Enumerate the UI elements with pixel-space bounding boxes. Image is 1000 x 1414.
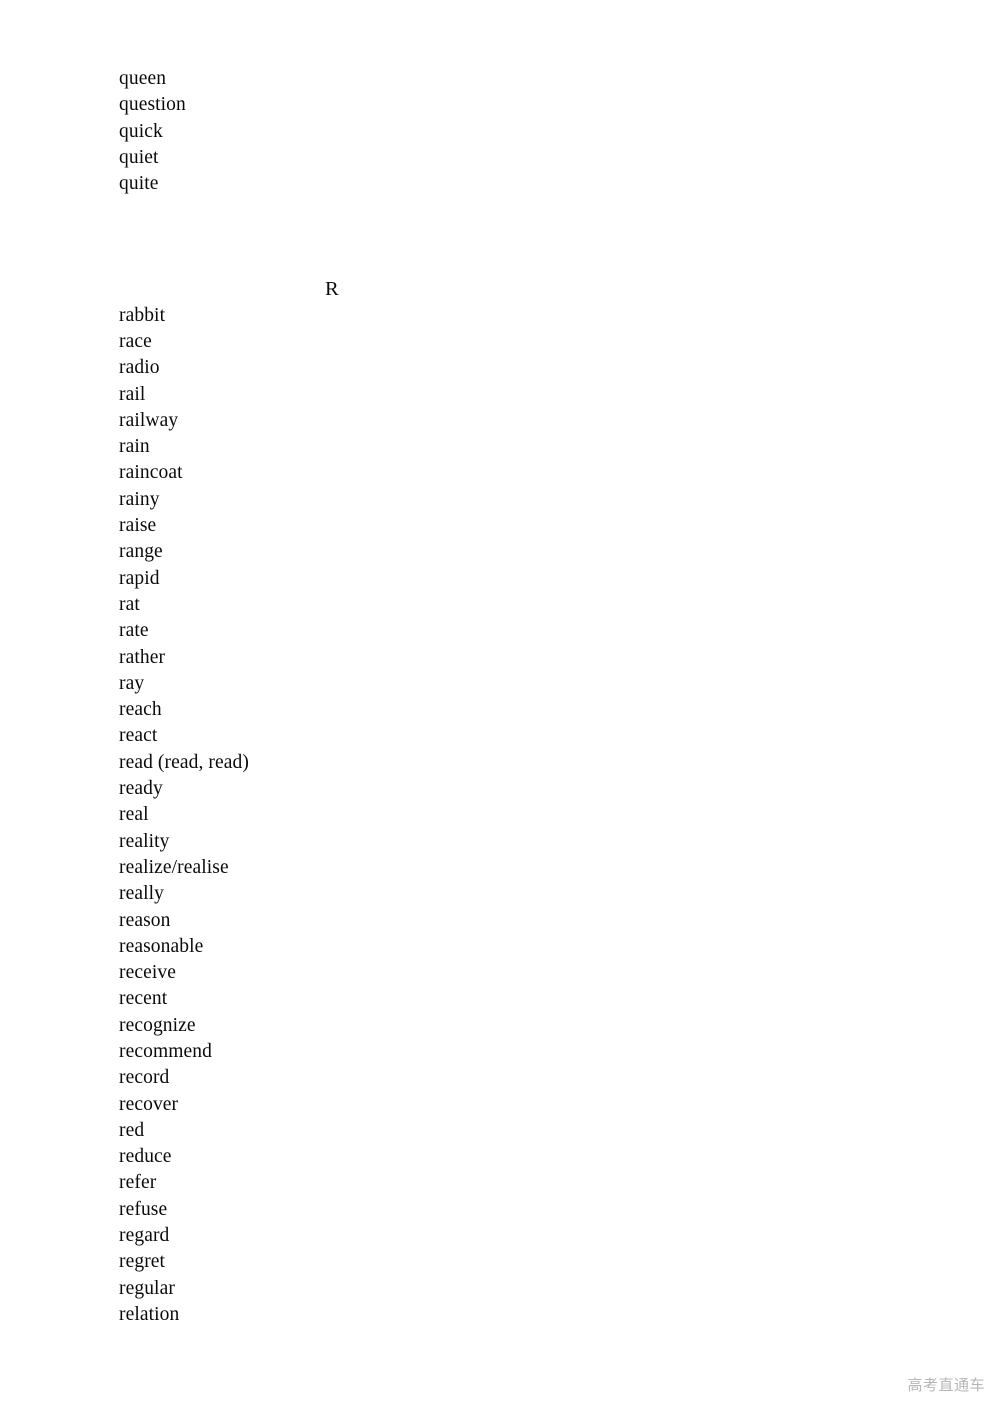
r-section-word-list: rabbit race radio rail railway rain rain…	[119, 303, 939, 1329]
word-list-item: rapid	[119, 567, 160, 589]
word-list-item: rail	[119, 383, 146, 405]
word-list-item: ray	[119, 672, 145, 694]
word-list-item: rabbit	[119, 304, 166, 326]
word-list-item: railway	[119, 409, 179, 431]
word-list-item: recognize	[119, 1014, 196, 1036]
word-list-item: recommend	[119, 1040, 212, 1062]
word-list-item: really	[119, 883, 164, 905]
word-list-item: raise	[119, 515, 157, 537]
word-list-item: reasonable	[119, 935, 204, 957]
word-list-item: rainy	[119, 488, 160, 510]
word-list-item: queen	[119, 68, 167, 89]
word-list-item: regard	[119, 1225, 170, 1247]
word-list-item: quick	[119, 120, 163, 142]
word-list-item: range	[119, 541, 163, 563]
word-list-item: reduce	[119, 1146, 172, 1168]
word-list-item: record	[119, 1067, 170, 1089]
document-page: queen question quick quiet quite R rabbi…	[0, 0, 1000, 1414]
word-list-item: read (read, read)	[119, 751, 249, 773]
word-list-item: quite	[119, 173, 159, 195]
word-list-item: reach	[119, 699, 162, 721]
document-body: queen question quick quiet quite R rabbi…	[119, 66, 939, 1328]
section-heading-r: R	[325, 278, 339, 301]
word-list-item: recent	[119, 988, 168, 1010]
word-list-item: rain	[119, 436, 150, 458]
word-list-item: real	[119, 804, 149, 826]
word-list-item: rate	[119, 620, 149, 642]
watermark-text: 高考直通车	[907, 1376, 985, 1394]
word-list-item: raincoat	[119, 462, 183, 484]
word-list-item: regret	[119, 1251, 166, 1273]
word-list-item: recover	[119, 1093, 179, 1115]
word-list-item: red	[119, 1119, 145, 1141]
q-section-word-list: queen question quick quiet quite	[119, 66, 939, 197]
word-list-item: reality	[119, 830, 170, 852]
word-list-item: regular	[119, 1277, 175, 1299]
word-list-item: rather	[119, 646, 166, 668]
word-list-item: refuse	[119, 1198, 168, 1220]
word-list-item: receive	[119, 962, 176, 984]
word-list-item: reason	[119, 909, 171, 931]
word-list-item: quiet	[119, 146, 159, 168]
word-list-item: rat	[119, 593, 140, 615]
word-list-item: radio	[119, 357, 160, 379]
word-list-item: ready	[119, 778, 163, 800]
word-list-item: refer	[119, 1172, 157, 1194]
word-list-item: race	[119, 330, 152, 352]
word-list-item: question	[119, 94, 186, 116]
section-gap-spacer	[119, 197, 939, 276]
word-list-item: realize/realise	[119, 856, 229, 878]
word-list-item: relation	[119, 1303, 180, 1325]
word-list-item: react	[119, 725, 158, 747]
